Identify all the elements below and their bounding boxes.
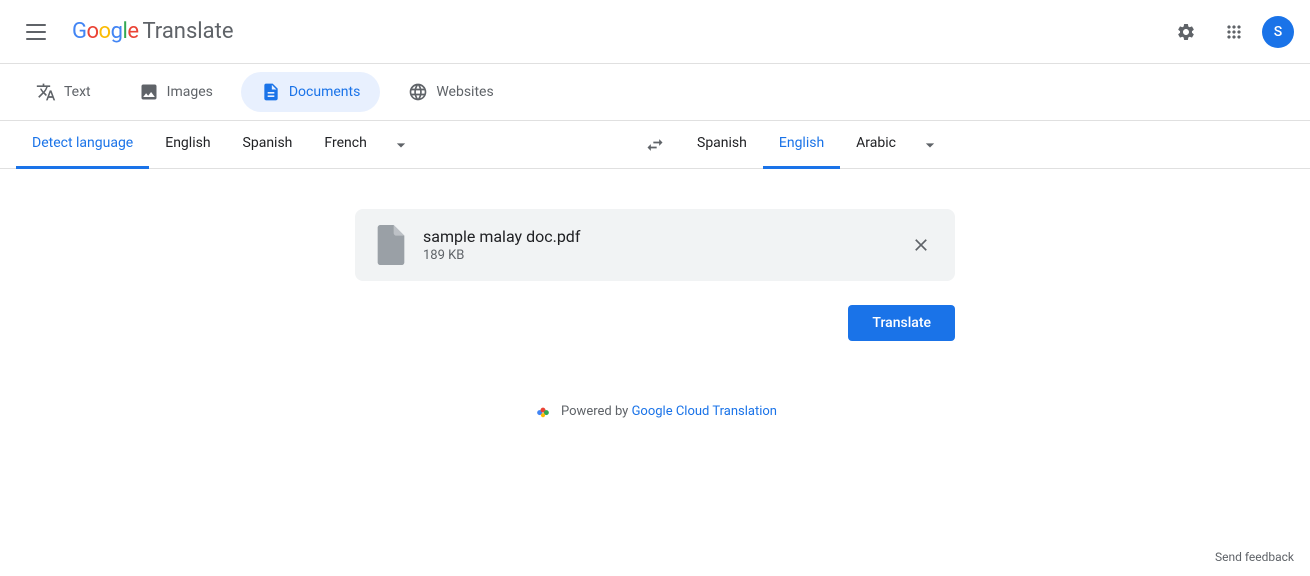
source-lang-more-button[interactable] bbox=[383, 127, 419, 163]
send-feedback-link[interactable]: Send feedback bbox=[1215, 550, 1294, 564]
source-lang-group: Detect language English Spanish French bbox=[16, 121, 629, 169]
file-icon bbox=[375, 225, 407, 265]
main-content: sample malay doc.pdf 189 KB Translate Po… bbox=[0, 169, 1310, 519]
file-info: sample malay doc.pdf 189 KB bbox=[375, 225, 580, 265]
logo-google-text: Google bbox=[72, 19, 138, 44]
tab-documents-label: Documents bbox=[289, 84, 360, 100]
tab-images-label: Images bbox=[167, 84, 213, 100]
logo-link[interactable]: Google Translate bbox=[72, 19, 233, 44]
image-icon bbox=[139, 82, 159, 102]
gcp-icon bbox=[533, 401, 553, 421]
avatar[interactable]: S bbox=[1262, 16, 1294, 48]
source-lang-french[interactable]: French bbox=[308, 121, 382, 169]
tab-text-label: Text bbox=[64, 84, 91, 100]
tab-websites-label: Websites bbox=[436, 84, 493, 100]
file-name: sample malay doc.pdf bbox=[423, 227, 580, 246]
hamburger-menu-button[interactable] bbox=[16, 12, 56, 52]
remove-file-button[interactable] bbox=[907, 231, 935, 259]
swap-languages-button[interactable] bbox=[629, 127, 681, 163]
globe-icon bbox=[408, 82, 428, 102]
powered-by: Powered by Google Cloud Translation bbox=[533, 401, 777, 421]
gct-link[interactable]: Google Cloud Translation bbox=[632, 404, 777, 419]
tab-text[interactable]: Text bbox=[16, 72, 111, 112]
target-lang-group: Spanish English Arabic bbox=[681, 121, 1294, 169]
translate-icon bbox=[36, 82, 56, 102]
language-bar: Detect language English Spanish French S… bbox=[0, 121, 1310, 169]
header: Google Translate S bbox=[0, 0, 1310, 64]
target-lang-english[interactable]: English bbox=[763, 121, 840, 169]
target-lang-more-button[interactable] bbox=[912, 127, 948, 163]
settings-button[interactable] bbox=[1166, 12, 1206, 52]
document-icon bbox=[261, 82, 281, 102]
file-details: sample malay doc.pdf 189 KB bbox=[423, 227, 580, 263]
header-right: S bbox=[1166, 12, 1294, 52]
source-lang-english[interactable]: English bbox=[149, 121, 226, 169]
target-lang-spanish[interactable]: Spanish bbox=[681, 121, 763, 169]
file-card: sample malay doc.pdf 189 KB bbox=[355, 209, 955, 281]
translate-button[interactable]: Translate bbox=[848, 305, 955, 341]
tab-documents[interactable]: Documents bbox=[241, 72, 380, 112]
mode-tabs: Text Images Documents Websites bbox=[0, 64, 1310, 121]
header-left: Google Translate bbox=[16, 12, 233, 52]
apps-button[interactable] bbox=[1214, 12, 1254, 52]
source-lang-spanish[interactable]: Spanish bbox=[227, 121, 309, 169]
source-lang-detect[interactable]: Detect language bbox=[16, 121, 149, 169]
tab-images[interactable]: Images bbox=[119, 72, 233, 112]
file-size: 189 KB bbox=[423, 248, 580, 263]
logo-translate-text: Translate bbox=[142, 19, 233, 44]
target-lang-arabic[interactable]: Arabic bbox=[840, 121, 912, 169]
powered-by-text: Powered by Google Cloud Translation bbox=[561, 404, 777, 419]
tab-websites[interactable]: Websites bbox=[388, 72, 513, 112]
